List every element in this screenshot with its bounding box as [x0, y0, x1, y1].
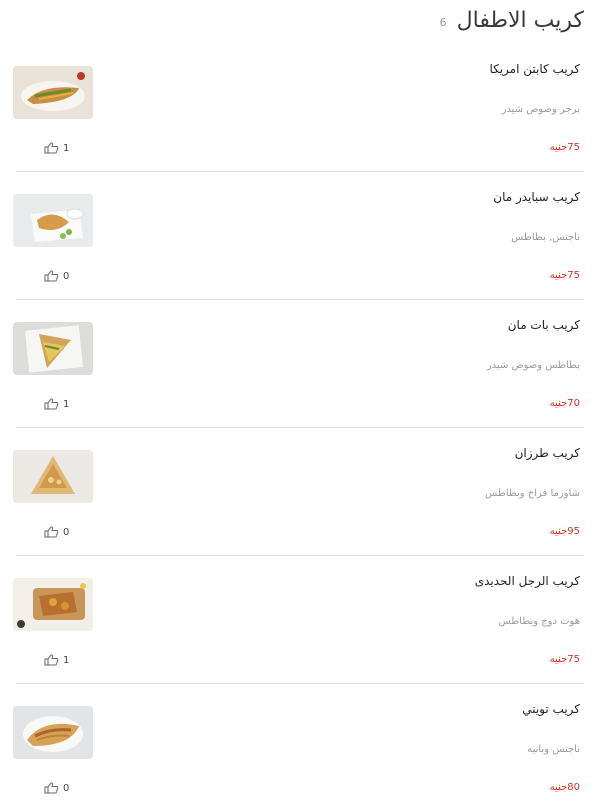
category-header: كريب الاطفال 6 [440, 0, 584, 40]
item-photo[interactable] [13, 66, 93, 119]
like-button[interactable]: 1 [44, 654, 69, 666]
item-photo[interactable] [13, 322, 93, 375]
category-title: كريب الاطفال [456, 7, 584, 33]
like-count: 1 [63, 398, 70, 410]
item-name: كريب طرزان [514, 446, 580, 460]
item-description: ناجتس وبانيه [527, 744, 580, 755]
thumbs-up-icon [44, 526, 59, 538]
like-count: 0 [63, 270, 70, 282]
like-count: 0 [63, 782, 70, 794]
like-button[interactable]: 0 [44, 526, 69, 538]
menu-item[interactable]: 0 كريب طرزان شاورما فراخ وبطاطس 95جنيه [13, 428, 584, 556]
menu-item[interactable]: 1 كريب الرجل الحديدى هوت دوج وبطاطس 75جن… [13, 556, 584, 684]
item-price: 80جنيه [549, 782, 580, 793]
like-button[interactable]: 0 [44, 782, 69, 794]
like-button[interactable]: 1 [44, 398, 69, 410]
item-price: 95جنيه [549, 526, 580, 537]
item-photo[interactable] [13, 578, 93, 631]
item-description: شاورما فراخ وبطاطس [485, 488, 580, 499]
item-price: 75جنيه [549, 142, 580, 153]
item-name: كريب بات مان [507, 318, 580, 332]
like-button[interactable]: 1 [44, 142, 69, 154]
menu-page: كريب الاطفال 6 1 كريب كابتن امريكا برجر … [0, 0, 600, 808]
item-photo[interactable] [13, 450, 93, 503]
item-price: 75جنيه [549, 654, 580, 665]
item-name: كريب تويتي [522, 702, 580, 716]
item-price: 75جنيه [549, 270, 580, 281]
menu-item[interactable]: 1 كريب كابتن امريكا برجر وصوص شيدر 75جني… [13, 44, 584, 172]
thumbs-up-icon [44, 782, 59, 794]
like-count: 1 [63, 654, 70, 666]
menu-item[interactable]: 0 كريب تويتي ناجتس وبانيه 80جنيه [13, 684, 584, 811]
like-button[interactable]: 0 [44, 270, 69, 282]
menu-item[interactable]: 1 كريب بات مان بطاطس وصوص شيدر 70جنيه [13, 300, 584, 428]
item-name: كريب سبايدر مان [493, 190, 580, 204]
like-count: 0 [63, 526, 70, 538]
thumbs-up-icon [44, 398, 59, 410]
item-photo[interactable] [13, 194, 93, 247]
item-count: 6 [439, 15, 447, 29]
item-name: كريب الرجل الحديدى [474, 574, 580, 588]
item-name: كريب كابتن امريكا [489, 62, 580, 76]
item-price: 70جنيه [549, 398, 580, 409]
thumbs-up-icon [44, 270, 59, 282]
thumbs-up-icon [44, 654, 59, 666]
item-description: بطاطس وصوص شيدر [486, 360, 580, 371]
menu-list: 1 كريب كابتن امريكا برجر وصوص شيدر 75جني… [0, 44, 600, 811]
like-count: 1 [63, 142, 70, 154]
menu-item[interactable]: 0 كريب سبايدر مان ناجتس, بطاطس 75جنيه [13, 172, 584, 300]
item-description: برجر وصوص شيدر [501, 104, 580, 115]
thumbs-up-icon [44, 142, 59, 154]
item-description: هوت دوج وبطاطس [498, 616, 580, 627]
item-photo[interactable] [13, 706, 93, 759]
item-description: ناجتس, بطاطس [511, 232, 580, 243]
